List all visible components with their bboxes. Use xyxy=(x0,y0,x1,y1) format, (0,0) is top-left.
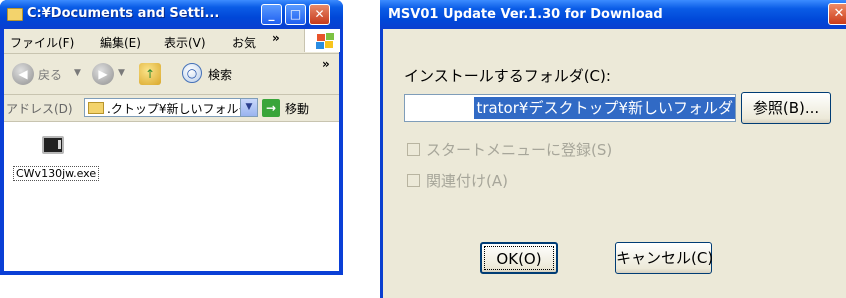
address-value: .クトップ¥新しいフォルダ xyxy=(107,102,251,116)
associate-checkbox[interactable]: 関連付け(A) xyxy=(404,170,654,190)
address-label: アドレス(D) xyxy=(6,102,73,116)
file-view: CWv130jw.exe xyxy=(4,122,339,271)
menu-favorites[interactable]: お気 xyxy=(232,34,256,51)
go-button-label[interactable]: 移動 xyxy=(285,100,309,117)
toolbar-overflow-chevron[interactable]: » xyxy=(322,57,330,71)
address-bar: アドレス(D) .クトップ¥新しいフォルダ ▼ → 移動 xyxy=(4,95,339,122)
associate-checkbox-label: 関連付け(A) xyxy=(426,172,508,190)
maximize-button[interactable]: □ xyxy=(285,4,306,25)
explorer-window-title: C:¥Documents and Setti... xyxy=(27,6,220,21)
search-magnifier-icon[interactable]: ○ xyxy=(182,63,202,83)
back-dropdown-icon[interactable]: ▼ xyxy=(74,68,81,78)
dialog-close-button[interactable]: ✕ xyxy=(828,3,846,25)
up-folder-icon[interactable]: ↑ xyxy=(139,63,161,85)
address-folder-icon xyxy=(88,102,104,114)
cancel-button[interactable]: キャンセル(C) xyxy=(615,242,713,274)
windows-logo-icon xyxy=(304,29,340,52)
dialog-title: MSV01 Update Ver.1.30 for Download xyxy=(388,7,663,22)
explorer-body: ファイル(F) 編集(E) 表示(V) お気 » ◀ 戻る ▼ ▶ ▼ ↑ ○ … xyxy=(4,29,340,271)
explorer-title-bar[interactable]: C:¥Documents and Setti... _ □ ✕ xyxy=(0,0,343,29)
browse-button[interactable]: 参照(B)... xyxy=(741,92,831,124)
associate-checkbox-box[interactable] xyxy=(407,174,420,187)
install-folder-label: インストールするフォルダ(C): xyxy=(404,67,611,85)
address-input[interactable]: .クトップ¥新しいフォルダ ▼ xyxy=(84,98,258,117)
menu-bar: ファイル(F) 編集(E) 表示(V) お気 » xyxy=(4,29,340,54)
executable-icon[interactable] xyxy=(42,136,64,154)
explorer-window: C:¥Documents and Setti... _ □ ✕ ファイル(F) … xyxy=(0,0,343,275)
startmenu-checkbox-box[interactable] xyxy=(407,143,420,156)
search-button-label[interactable]: 検索 xyxy=(208,66,232,83)
menu-edit[interactable]: 編集(E) xyxy=(100,34,141,51)
address-dropdown-icon[interactable]: ▼ xyxy=(240,99,257,116)
back-arrow-icon[interactable]: ◀ xyxy=(12,63,34,85)
standard-toolbar: ◀ 戻る ▼ ▶ ▼ ↑ ○ 検索 » xyxy=(4,54,339,95)
dialog-title-bar[interactable]: MSV01 Update Ver.1.30 for Download xyxy=(380,0,846,29)
install-folder-value: trator¥デスクトップ¥新しいフォルダ xyxy=(474,97,735,119)
forward-dropdown-icon[interactable]: ▼ xyxy=(118,68,125,78)
close-button[interactable]: ✕ xyxy=(309,4,330,25)
startmenu-checkbox-label: スタートメニューに登録(S) xyxy=(426,141,613,159)
menu-overflow-chevron[interactable]: » xyxy=(272,31,280,45)
menu-file[interactable]: ファイル(F) xyxy=(10,34,74,51)
startmenu-checkbox[interactable]: スタートメニューに登録(S) xyxy=(404,139,654,159)
dialog-left-border xyxy=(380,29,383,298)
minimize-button[interactable]: _ xyxy=(261,4,282,25)
menu-view[interactable]: 表示(V) xyxy=(164,34,206,51)
go-arrow-icon[interactable]: → xyxy=(262,99,280,117)
back-button-label[interactable]: 戻る xyxy=(38,66,62,83)
file-name[interactable]: CWv130jw.exe xyxy=(13,166,100,181)
ok-button[interactable]: OK(O) xyxy=(480,242,558,274)
folder-icon xyxy=(7,8,23,21)
forward-arrow-icon[interactable]: ▶ xyxy=(92,63,114,85)
install-dialog: MSV01 Update Ver.1.30 for Download ✕ インス… xyxy=(380,0,846,298)
install-folder-input[interactable]: trator¥デスクトップ¥新しいフォルダ xyxy=(404,94,736,122)
